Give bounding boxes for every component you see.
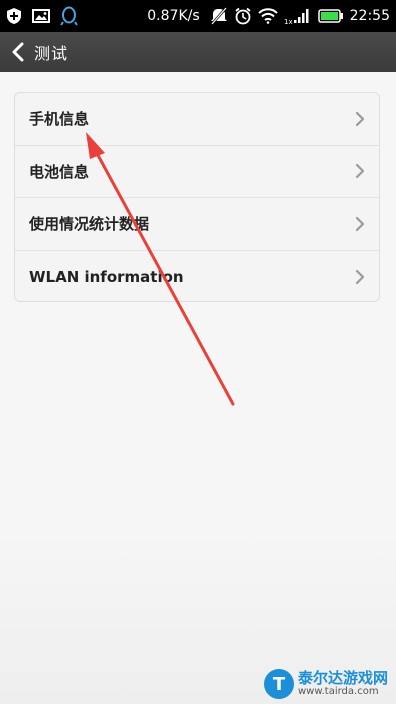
- list-item-usage-stats[interactable]: 使用情况统计数据: [15, 198, 379, 251]
- list-item-battery-info[interactable]: 电池信息: [15, 146, 379, 198]
- watermark-url: www.tairda.com: [298, 685, 379, 697]
- watermark-logo-icon: T: [264, 669, 294, 699]
- list-item-label: WLAN information: [29, 267, 184, 286]
- signal-icon: 1x: [284, 7, 312, 25]
- status-bar-right: 0.87K/s 1x 22:55: [147, 7, 390, 25]
- network-speed: 0.87K/s: [147, 8, 200, 24]
- watermark-name: 泰尔达游戏网: [298, 668, 389, 687]
- qq-icon: [60, 6, 78, 26]
- status-bar-left: [6, 6, 78, 26]
- chevron-right-icon: [355, 269, 365, 285]
- wifi-icon: [257, 8, 278, 24]
- watermark: T 泰尔达游戏网 www.tairda.com: [264, 664, 394, 704]
- back-button[interactable]: 测试: [12, 40, 68, 64]
- chevron-left-icon: [12, 42, 24, 62]
- settings-list: 手机信息 电池信息 使用情况统计数据 WLAN information: [14, 92, 380, 302]
- page-title: 测试: [34, 44, 69, 63]
- list-item-label: 手机信息: [29, 110, 90, 129]
- clock: 22:55: [349, 8, 390, 24]
- chevron-right-icon: [355, 111, 365, 127]
- image-icon: [32, 8, 50, 24]
- signal-label: 1x: [284, 18, 293, 25]
- shield-icon: [6, 7, 22, 25]
- list-item-label: 电池信息: [29, 162, 90, 181]
- status-bar: 0.87K/s 1x 22:55: [0, 0, 396, 32]
- chevron-right-icon: [355, 216, 365, 232]
- list-item-label: 使用情况统计数据: [29, 215, 150, 234]
- action-bar: 测试: [0, 32, 396, 72]
- alarm-icon: [234, 7, 252, 25]
- list-item-phone-info[interactable]: 手机信息: [15, 93, 379, 146]
- battery-icon: [317, 9, 344, 23]
- mute-icon: [210, 7, 228, 25]
- chevron-right-icon: [355, 163, 365, 179]
- list-item-wlan-info[interactable]: WLAN information: [15, 251, 379, 302]
- watermark-text: 泰尔达游戏网 www.tairda.com: [298, 668, 389, 697]
